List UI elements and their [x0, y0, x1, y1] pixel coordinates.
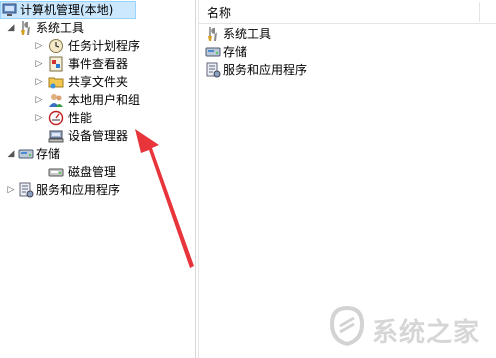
- column-header-name[interactable]: 名称: [199, 0, 496, 24]
- tools-icon: [205, 26, 221, 42]
- storage-icon: [205, 44, 221, 60]
- storage-icon: [18, 146, 34, 162]
- collapsed-arrow-icon[interactable]: ▷: [6, 181, 16, 199]
- column-header-label: 名称: [207, 6, 232, 20]
- tree-item-system-tools[interactable]: ◢ 系统工具: [0, 19, 180, 37]
- expand-arrow-icon[interactable]: ◢: [6, 19, 16, 37]
- tree-item-services-applications[interactable]: ▷ 服务和应用程序: [0, 181, 180, 199]
- tree-item-device-manager[interactable]: 设备管理器: [0, 127, 180, 145]
- column-separator[interactable]: [479, 2, 480, 22]
- shared-folder-icon: [48, 74, 64, 90]
- tree-item-disk-management[interactable]: 磁盘管理: [0, 163, 180, 181]
- event-viewer-icon: [48, 56, 64, 72]
- expand-arrow-icon[interactable]: ◢: [6, 145, 16, 163]
- list-item-label: 系统工具: [223, 27, 272, 41]
- tree-item-task-scheduler[interactable]: ▷ 任务计划程序: [0, 37, 180, 55]
- tree-item-label: 任务计划程序: [68, 39, 141, 53]
- tree-item-shared-folders[interactable]: ▷ 共享文件夹: [0, 73, 180, 91]
- tree-item-local-users-groups[interactable]: ▷ 本地用户和组: [0, 91, 180, 109]
- collapsed-arrow-icon[interactable]: ▷: [34, 73, 44, 91]
- tree-item-label: 服务和应用程序: [36, 183, 121, 197]
- tree-root-label: 计算机管理(本地): [20, 3, 114, 17]
- tree-item-label: 存储: [36, 147, 61, 161]
- users-icon: [48, 92, 64, 108]
- tree-root-computer-management[interactable]: 计算机管理(本地): [0, 1, 140, 19]
- tree-item-label: 共享文件夹: [68, 75, 129, 89]
- tree-item-event-viewer[interactable]: ▷ 事件查看器: [0, 55, 180, 73]
- watermark-text: 系统之家: [372, 318, 481, 348]
- tools-icon: [18, 20, 34, 36]
- services-icon: [205, 62, 221, 78]
- collapsed-arrow-icon[interactable]: ▷: [34, 55, 44, 73]
- clock-icon: [48, 38, 64, 54]
- disk-management-icon: [48, 164, 64, 180]
- collapsed-arrow-icon[interactable]: ▷: [34, 109, 44, 127]
- watermark-logo-icon: [329, 305, 365, 347]
- collapsed-arrow-icon[interactable]: ▷: [34, 91, 44, 109]
- collapsed-arrow-icon[interactable]: ▷: [34, 37, 44, 55]
- tree-item-label: 事件查看器: [68, 57, 129, 71]
- tree-item-label: 本地用户和组: [68, 93, 141, 107]
- navigation-tree-pane[interactable]: 计算机管理(本地) ◢ 系统工具 ▷ 任务计划程序 ▷ 事件查看器 ▷ 共享文件…: [0, 0, 196, 358]
- list-item-label: 服务和应用程序: [223, 63, 308, 77]
- tree-item-label: 性能: [68, 111, 93, 125]
- services-icon: [18, 182, 34, 198]
- performance-icon: [48, 110, 64, 126]
- computer-management-icon: [2, 2, 18, 18]
- list-item-label: 存储: [223, 45, 248, 59]
- watermark: 系统之家: [318, 300, 496, 358]
- tree-item-performance[interactable]: ▷ 性能: [0, 109, 180, 127]
- tree-item-label: 系统工具: [36, 21, 85, 35]
- device-manager-icon: [48, 128, 64, 144]
- tree-item-label: 设备管理器: [68, 129, 129, 143]
- tree-item-label: 磁盘管理: [68, 165, 117, 179]
- tree-item-storage[interactable]: ◢ 存储: [0, 145, 180, 163]
